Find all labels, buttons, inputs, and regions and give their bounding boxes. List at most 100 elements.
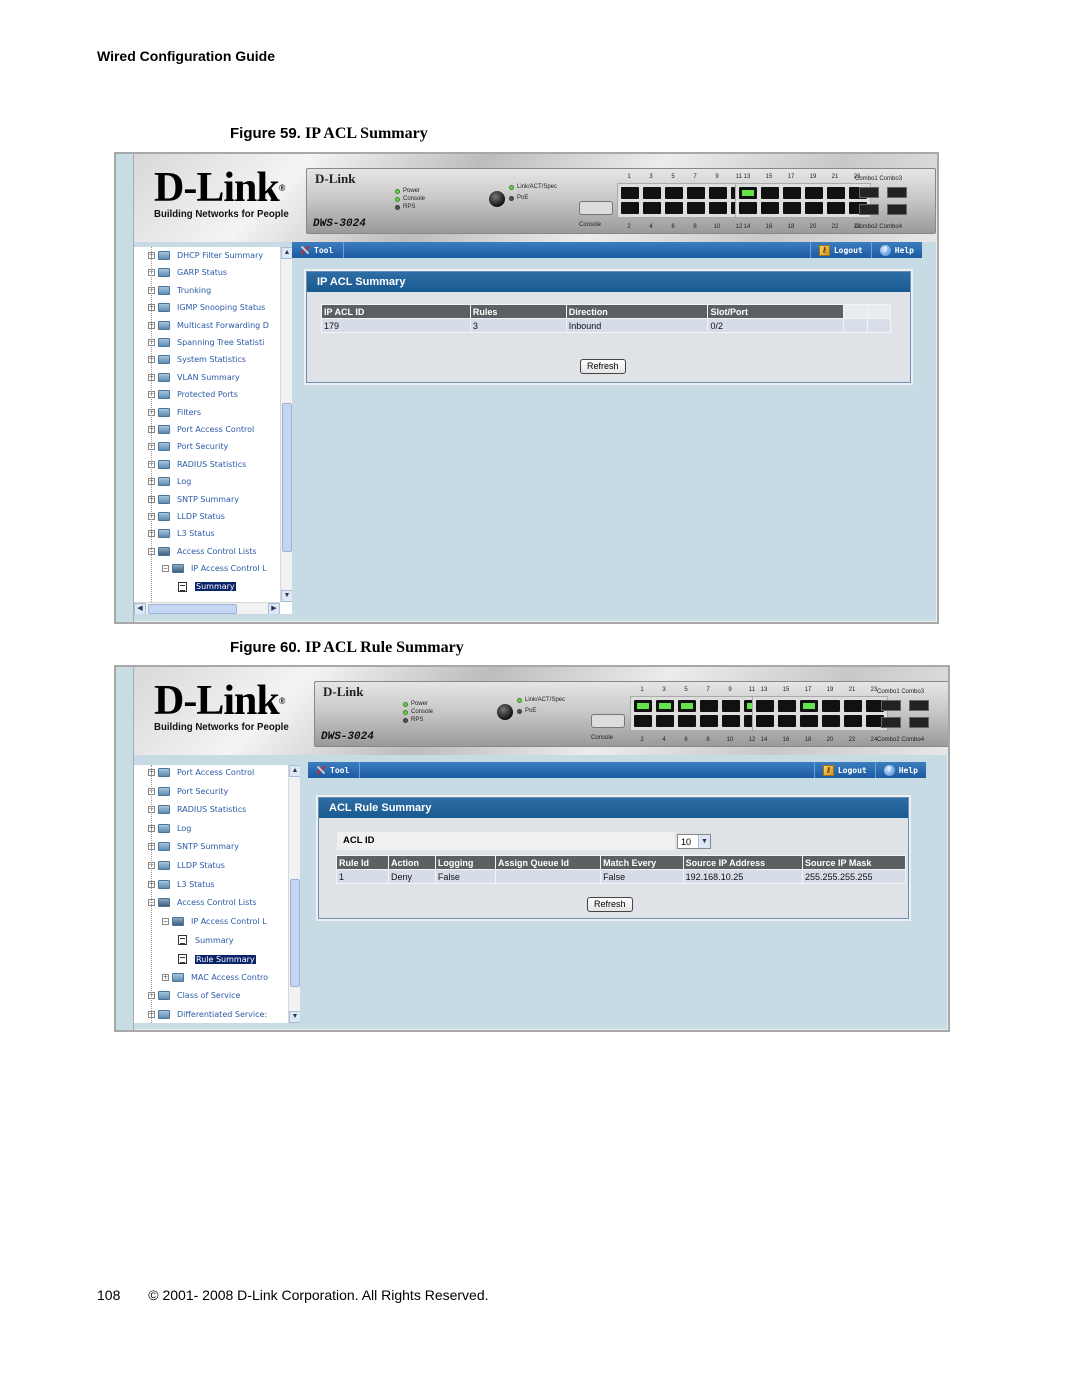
tree-item[interactable]: + IGMP Snooping Status: [148, 303, 265, 313]
tree-item[interactable]: + MAC Access Contro: [162, 972, 268, 982]
page-icon: [178, 581, 187, 592]
left-border: [116, 667, 134, 1030]
logout-button[interactable]: ⚷ Logout: [809, 242, 871, 258]
collapse-icon[interactable]: −: [162, 917, 169, 925]
ethernet-port-19-icon: [805, 187, 823, 199]
ethernet-port-13-icon: [739, 187, 757, 199]
tree-item[interactable]: − IP Access Control L: [162, 564, 267, 574]
port-number: 19: [809, 174, 817, 180]
device-model: DWS-3024: [313, 218, 366, 230]
console-led-icon: [403, 709, 408, 715]
tree-item[interactable]: + Filters: [148, 407, 201, 417]
tree-item[interactable]: Summary: [178, 581, 236, 592]
tree-item-label: Port Security: [177, 442, 229, 452]
tree-item[interactable]: + Log: [148, 823, 191, 833]
tree-item[interactable]: + Port Security: [148, 786, 228, 796]
scroll-down-icon[interactable]: ▼: [281, 590, 292, 602]
vertical-scrollbar[interactable]: ▲ ▼: [288, 765, 300, 1023]
tree-item[interactable]: + RADIUS Statistics: [148, 805, 246, 815]
tree-item[interactable]: − IP Access Control L: [162, 916, 267, 926]
tree-item[interactable]: + L3 Status: [148, 879, 215, 889]
tree-item[interactable]: + Log: [148, 477, 191, 487]
help-button[interactable]: ? Help: [874, 762, 926, 778]
link-led-icon: [517, 697, 522, 703]
tree-item-label: DHCP Filter Summary: [177, 251, 264, 260]
folder-icon: [158, 477, 170, 487]
tree-item[interactable]: + Port Access Control: [148, 425, 254, 434]
scroll-thumb[interactable]: [290, 879, 300, 987]
logo-text: D-Link: [154, 165, 280, 211]
page-icon: [178, 935, 187, 946]
tree-item[interactable]: + Port Access Control: [148, 768, 254, 777]
scroll-up-icon[interactable]: ▲: [289, 765, 300, 777]
scroll-right-icon[interactable]: ▶: [268, 603, 280, 614]
logout-button[interactable]: ⚷ Logout: [813, 762, 875, 778]
port-number: 7: [706, 687, 710, 693]
scroll-down-icon[interactable]: ▼: [289, 1011, 300, 1023]
tree-item[interactable]: Rule Summary: [178, 954, 256, 964]
tree-item[interactable]: + RADIUS Statistics: [148, 459, 246, 469]
scroll-up-icon[interactable]: ▲: [281, 247, 292, 259]
led-label: Power: [403, 188, 421, 194]
acl-id-select[interactable]: 10 ▼: [677, 834, 711, 849]
folder-icon: [158, 320, 170, 330]
tree-item[interactable]: + DHCP Filter Summary: [148, 251, 263, 260]
horizontal-scrollbar[interactable]: ◀ ▶: [134, 602, 280, 614]
tree-item[interactable]: + VLAN Summary: [148, 372, 240, 382]
tree-item[interactable]: + Multicast Forwarding D: [148, 320, 269, 330]
acl-rule-summary-panel: ACL Rule Summary ACL ID 10 ▼ Rule Id Acti…: [318, 797, 909, 919]
port-number: 15: [765, 174, 773, 180]
folder-icon: [158, 768, 170, 777]
scroll-left-icon[interactable]: ◀: [134, 603, 146, 614]
tree-item[interactable]: + Trunking: [148, 285, 211, 295]
help-button[interactable]: ? Help: [870, 242, 922, 258]
port-number: 19: [826, 687, 834, 693]
tree-item[interactable]: + GARP Status: [148, 268, 227, 278]
ethernet-port-6-icon: [678, 715, 696, 727]
copyright: © 2001- 2008 D-Link Corporation. All Rig…: [148, 1287, 489, 1303]
tree-item[interactable]: + SNTP Summary: [148, 494, 239, 504]
tree-item[interactable]: + Class of Service: [148, 991, 240, 1001]
combo1-port-icon: [859, 187, 879, 198]
column-header: IP ACL ID: [322, 305, 470, 318]
tree-item[interactable]: + LLDP Status: [148, 512, 225, 521]
table-cell: False: [601, 870, 683, 883]
tree-item[interactable]: − Access Control Lists: [148, 546, 257, 556]
tree-item[interactable]: − Access Control Lists: [148, 898, 257, 908]
tool-menu[interactable]: Tool: [292, 242, 345, 258]
port-numbers-top-left: 1 3 5 7 9 11: [620, 174, 748, 180]
registered-mark: ®: [278, 696, 286, 706]
collapse-icon[interactable]: −: [162, 565, 169, 573]
figure-60-caption: Figure 60. IP ACL Rule Summary: [230, 639, 464, 657]
table-cell: 1: [337, 870, 388, 883]
combo1-port-icon: [881, 700, 901, 711]
refresh-button[interactable]: Refresh: [587, 897, 633, 912]
tree-item[interactable]: + L3 Status: [148, 529, 215, 539]
expand-icon[interactable]: +: [162, 973, 169, 981]
logout-label: Logout: [833, 245, 863, 255]
scroll-thumb[interactable]: [148, 604, 237, 614]
tree-item-label: VLAN Summary: [177, 372, 240, 382]
port-number: 20: [826, 737, 834, 743]
tree-item[interactable]: + System Statistics: [148, 355, 246, 365]
left-border: [116, 154, 134, 622]
port-number: 21: [848, 687, 856, 693]
tree-item[interactable]: Summary: [178, 935, 234, 946]
navigation-tree: + Port Access Control + Port Security + RADIU…: [134, 765, 300, 1023]
port-leds: Link/ACT/Spec PoE: [517, 696, 565, 715]
vertical-scrollbar[interactable]: ▲ ▼: [280, 247, 292, 602]
tree-item[interactable]: + SNTP Summary: [148, 842, 239, 852]
ethernet-port-7-icon: [687, 187, 705, 199]
tree-item[interactable]: + Port Security: [148, 442, 229, 452]
tree-item-label: Access Control Lists: [177, 546, 257, 556]
tree-item[interactable]: + Spanning Tree Statisti: [148, 338, 264, 347]
folder-icon: [158, 991, 170, 1001]
tree-item[interactable]: + Protected Ports: [148, 390, 238, 400]
scroll-thumb[interactable]: [282, 403, 292, 552]
port-number: 6: [684, 737, 688, 743]
tree-item[interactable]: + LLDP Status: [148, 861, 225, 870]
refresh-button[interactable]: Refresh: [580, 359, 626, 374]
table-cell: Deny: [388, 870, 435, 883]
tool-menu[interactable]: Tool: [308, 762, 361, 778]
tree-item[interactable]: + Differentiated Service:: [148, 1009, 267, 1019]
